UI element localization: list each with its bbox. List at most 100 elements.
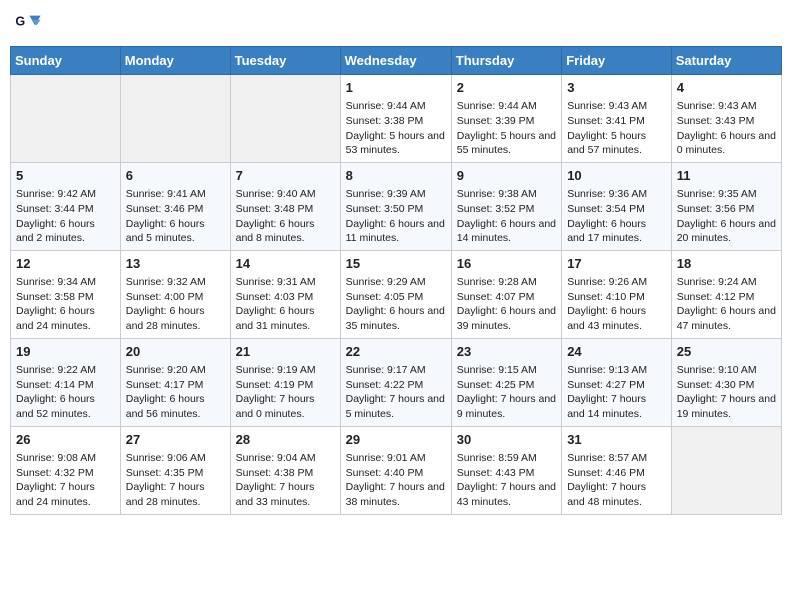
day-number: 26 xyxy=(16,431,115,449)
calendar-cell xyxy=(11,75,121,163)
calendar-cell: 25Sunrise: 9:10 AM Sunset: 4:30 PM Dayli… xyxy=(671,338,781,426)
day-header-wednesday: Wednesday xyxy=(340,47,451,75)
day-number: 6 xyxy=(126,167,225,185)
day-info: Sunrise: 9:39 AM Sunset: 3:50 PM Dayligh… xyxy=(346,187,446,246)
calendar-cell: 24 Sunrise: 9:13 AM Sunset: 4:27 PM Dayli… xyxy=(562,338,672,426)
calendar-week-row: 12 Sunrise: 9:34 AM Sunset: 3:58 PM Dayli… xyxy=(11,250,782,338)
day-header-thursday: Thursday xyxy=(451,47,561,75)
day-info: Sunrise: 9:38 AM Sunset: 3:52 PM Dayligh… xyxy=(457,187,556,246)
calendar-week-row: 26 Sunrise: 9:08 AM Sunset: 4:32 PM Dayli… xyxy=(11,426,782,514)
calendar-cell: 2 Sunrise: 9:44 AM Sunset: 3:39 PM Daylig… xyxy=(451,75,561,163)
calendar-cell: 12 Sunrise: 9:34 AM Sunset: 3:58 PM Dayli… xyxy=(11,250,121,338)
calendar-cell: 9 Sunrise: 9:38 AM Sunset: 3:52 PM Daylig… xyxy=(451,162,561,250)
calendar-cell: 23 Sunrise: 9:15 AM Sunset: 4:25 PM Dayli… xyxy=(451,338,561,426)
day-number: 21 xyxy=(236,343,335,361)
calendar-cell: 8 Sunrise: 9:39 AM Sunset: 3:50 PM Daylig… xyxy=(340,162,451,250)
day-header-monday: Monday xyxy=(120,47,230,75)
day-info: Sunrise: 9:42 AM Sunset: 3:44 PM Dayligh… xyxy=(16,187,115,246)
day-number: 11 xyxy=(677,167,776,185)
day-info: Sunrise: 9:13 AM Sunset: 4:27 PM Dayligh… xyxy=(567,363,666,422)
calendar-cell: 6 Sunrise: 9:41 AM Sunset: 3:46 PM Daylig… xyxy=(120,162,230,250)
day-info: Sunrise: 9:28 AM Sunset: 4:07 PM Dayligh… xyxy=(457,275,556,334)
day-info: Sunrise: 9:15 AM Sunset: 4:25 PM Dayligh… xyxy=(457,363,556,422)
calendar-cell: 17Sunrise: 9:26 AM Sunset: 4:10 PM Dayli… xyxy=(562,250,672,338)
day-number: 2 xyxy=(457,79,556,97)
calendar-cell xyxy=(671,426,781,514)
calendar-cell: 16 Sunrise: 9:28 AM Sunset: 4:07 PM Dayli… xyxy=(451,250,561,338)
day-number: 15 xyxy=(346,255,446,273)
day-info: Sunrise: 9:29 AM Sunset: 4:05 PM Dayligh… xyxy=(346,275,446,334)
day-number: 14 xyxy=(236,255,335,273)
svg-text:G: G xyxy=(15,14,25,28)
day-number: 30 xyxy=(457,431,556,449)
calendar-cell: 30Sunrise: 8:59 AM Sunset: 4:43 PM Dayli… xyxy=(451,426,561,514)
calendar-cell: 4 Sunrise: 9:43 AM Sunset: 3:43 PM Daylig… xyxy=(671,75,781,163)
calendar-week-row: 19Sunrise: 9:22 AM Sunset: 4:14 PM Dayli… xyxy=(11,338,782,426)
day-info: Sunrise: 8:57 AM Sunset: 4:46 PM Dayligh… xyxy=(567,451,666,510)
day-header-sunday: Sunday xyxy=(11,47,121,75)
calendar-cell: 10 Sunrise: 9:36 AM Sunset: 3:54 PM Dayli… xyxy=(562,162,672,250)
calendar-cell: 7 Sunrise: 9:40 AM Sunset: 3:48 PM Daylig… xyxy=(230,162,340,250)
calendar-cell: 22 Sunrise: 9:17 AM Sunset: 4:22 PM Dayli… xyxy=(340,338,451,426)
day-info: Sunrise: 9:01 AM Sunset: 4:40 PM Dayligh… xyxy=(346,451,446,510)
day-info: Sunrise: 9:36 AM Sunset: 3:54 PM Dayligh… xyxy=(567,187,666,246)
day-number: 5 xyxy=(16,167,115,185)
day-number: 1 xyxy=(346,79,446,97)
day-number: 22 xyxy=(346,343,446,361)
calendar-cell: 27Sunrise: 9:06 AM Sunset: 4:35 PM Dayli… xyxy=(120,426,230,514)
calendar-cell: 18 Sunrise: 9:24 AM Sunset: 4:12 PM Dayli… xyxy=(671,250,781,338)
day-info: Sunrise: 9:43 AM Sunset: 3:41 PM Dayligh… xyxy=(567,99,666,158)
day-number: 8 xyxy=(346,167,446,185)
day-number: 28 xyxy=(236,431,335,449)
day-info: Sunrise: 9:44 AM Sunset: 3:39 PM Dayligh… xyxy=(457,99,556,158)
day-number: 12 xyxy=(16,255,115,273)
day-number: 19 xyxy=(16,343,115,361)
day-number: 20 xyxy=(126,343,225,361)
day-info: Sunrise: 9:17 AM Sunset: 4:22 PM Dayligh… xyxy=(346,363,446,422)
day-number: 18 xyxy=(677,255,776,273)
day-header-friday: Friday xyxy=(562,47,672,75)
calendar-cell xyxy=(230,75,340,163)
calendar-cell: 14 Sunrise: 9:31 AM Sunset: 4:03 PM Dayli… xyxy=(230,250,340,338)
calendar-cell: 26 Sunrise: 9:08 AM Sunset: 4:32 PM Dayli… xyxy=(11,426,121,514)
logo-icon: G xyxy=(14,10,42,38)
calendar-cell: 5 Sunrise: 9:42 AM Sunset: 3:44 PM Daylig… xyxy=(11,162,121,250)
calendar-cell: 20 Sunrise: 9:20 AM Sunset: 4:17 PM Dayli… xyxy=(120,338,230,426)
day-number: 13 xyxy=(126,255,225,273)
day-info: Sunrise: 9:20 AM Sunset: 4:17 PM Dayligh… xyxy=(126,363,225,422)
calendar-cell: 11 Sunrise: 9:35 AM Sunset: 3:56 PM Dayli… xyxy=(671,162,781,250)
calendar-header-row: SundayMondayTuesdayWednesdayThursdayFrid… xyxy=(11,47,782,75)
day-info: Sunrise: 9:08 AM Sunset: 4:32 PM Dayligh… xyxy=(16,451,115,510)
day-header-tuesday: Tuesday xyxy=(230,47,340,75)
day-info: Sunrise: 9:34 AM Sunset: 3:58 PM Dayligh… xyxy=(16,275,115,334)
calendar-cell: 21 Sunrise: 9:19 AM Sunset: 4:19 PM Dayli… xyxy=(230,338,340,426)
calendar-week-row: 1Sunrise: 9:44 AM Sunset: 3:38 PM Daylig… xyxy=(11,75,782,163)
calendar-cell: 29 Sunrise: 9:01 AM Sunset: 4:40 PM Dayli… xyxy=(340,426,451,514)
day-info: Sunrise: 9:24 AM Sunset: 4:12 PM Dayligh… xyxy=(677,275,776,334)
day-info: Sunrise: 9:43 AM Sunset: 3:43 PM Dayligh… xyxy=(677,99,776,158)
page-header: G xyxy=(10,10,782,38)
day-number: 31 xyxy=(567,431,666,449)
day-info: Sunrise: 9:31 AM Sunset: 4:03 PM Dayligh… xyxy=(236,275,335,334)
day-number: 27 xyxy=(126,431,225,449)
day-info: Sunrise: 9:26 AM Sunset: 4:10 PM Dayligh… xyxy=(567,275,666,334)
day-number: 29 xyxy=(346,431,446,449)
day-number: 9 xyxy=(457,167,556,185)
day-info: Sunrise: 9:35 AM Sunset: 3:56 PM Dayligh… xyxy=(677,187,776,246)
calendar-cell: 19Sunrise: 9:22 AM Sunset: 4:14 PM Dayli… xyxy=(11,338,121,426)
day-info: Sunrise: 9:04 AM Sunset: 4:38 PM Dayligh… xyxy=(236,451,335,510)
day-number: 23 xyxy=(457,343,556,361)
logo: G xyxy=(14,10,46,38)
day-info: Sunrise: 9:32 AM Sunset: 4:00 PM Dayligh… xyxy=(126,275,225,334)
day-number: 4 xyxy=(677,79,776,97)
day-info: Sunrise: 9:41 AM Sunset: 3:46 PM Dayligh… xyxy=(126,187,225,246)
day-number: 16 xyxy=(457,255,556,273)
day-number: 3 xyxy=(567,79,666,97)
day-info: Sunrise: 9:19 AM Sunset: 4:19 PM Dayligh… xyxy=(236,363,335,422)
day-info: Sunrise: 9:40 AM Sunset: 3:48 PM Dayligh… xyxy=(236,187,335,246)
day-header-saturday: Saturday xyxy=(671,47,781,75)
calendar-cell xyxy=(120,75,230,163)
day-number: 7 xyxy=(236,167,335,185)
day-number: 24 xyxy=(567,343,666,361)
day-number: 10 xyxy=(567,167,666,185)
